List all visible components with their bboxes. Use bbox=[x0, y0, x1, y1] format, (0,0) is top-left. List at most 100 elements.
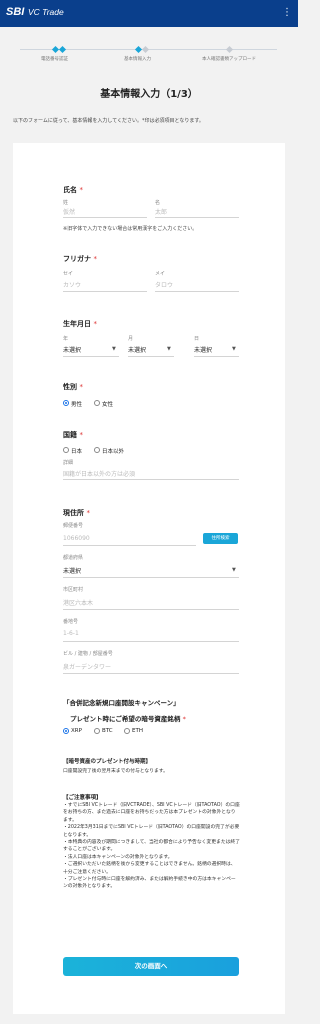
first-name-label: 名 bbox=[155, 200, 161, 206]
street-underline bbox=[63, 641, 239, 642]
coin-btc-radio[interactable] bbox=[94, 728, 100, 734]
caution-item: ・法人口座は本キャンペーンの対象外となります。 bbox=[63, 854, 173, 860]
last-kana-input[interactable]: カソウ bbox=[63, 280, 81, 289]
required-mark: * bbox=[93, 320, 97, 328]
city-label: 市区町村 bbox=[63, 587, 84, 593]
city-input[interactable]: 港区六本木 bbox=[63, 598, 93, 607]
last-name-underline bbox=[63, 217, 147, 218]
birth-day-select[interactable]: 未選択 bbox=[194, 345, 212, 354]
logo-subtitle: VC Trade bbox=[28, 7, 64, 17]
section-gender-label: 性別 bbox=[63, 383, 77, 391]
section-birth-title: 生年月日 * bbox=[63, 319, 97, 329]
caution-item: ・2022年3月31日までにSBI VCトレード（旧TAOTAO）の口座開設の完… bbox=[63, 825, 240, 838]
section-name-label: 氏名 bbox=[63, 186, 77, 194]
campaign-subtitle-text: プレゼント時にご希望の暗号資産銘柄 bbox=[70, 715, 181, 723]
coin-btc-label: BTC bbox=[102, 728, 113, 734]
birth-month-label: 月 bbox=[128, 336, 134, 342]
first-kana-underline bbox=[155, 291, 239, 292]
chevron-down-icon[interactable]: ▼ bbox=[167, 346, 171, 352]
birth-month-underline bbox=[128, 356, 174, 357]
first-name-input[interactable]: 太郎 bbox=[155, 207, 167, 216]
city-underline bbox=[63, 609, 239, 610]
gender-male-label: 男性 bbox=[71, 402, 83, 408]
section-gender-title: 性別 * bbox=[63, 382, 83, 392]
timing-title: 【暗号資産のプレゼント付与時期】 bbox=[63, 759, 152, 765]
prefecture-select[interactable]: 未選択 bbox=[63, 566, 81, 575]
page-title: 基本情報入力（1/3） bbox=[100, 89, 198, 100]
birth-year-select[interactable]: 未選択 bbox=[63, 345, 81, 354]
progress-stepper: 電話番号認証 基本情報入力 本人確認書類アップロード bbox=[0, 38, 298, 68]
building-input[interactable]: 泉ガーデンタワー bbox=[63, 662, 111, 671]
nationality-detail-input[interactable]: 国籍が日本以外の方は必須 bbox=[63, 469, 135, 478]
first-kana-label: メイ bbox=[155, 271, 166, 277]
nationality-other-label: 日本以外 bbox=[102, 449, 125, 455]
section-address-label: 現住所 bbox=[63, 509, 84, 517]
step-marker-done bbox=[58, 45, 67, 54]
street-label: 番地号 bbox=[63, 619, 79, 625]
last-name-input[interactable]: 仮然 bbox=[63, 207, 75, 216]
name-note: ※旧字体で入力できない場合は常用漢字をご入力ください。 bbox=[63, 226, 198, 232]
first-kana-input[interactable]: タロウ bbox=[155, 280, 173, 289]
caution-item: ・プレゼント付与時に口座を解約済み、または解約手続き中の方は本キャンペーンの対象… bbox=[63, 877, 236, 890]
birth-year-label: 年 bbox=[63, 336, 69, 342]
caution-list: ・すでにSBI VCトレード（旧VCTRADE）、SBI VCトレード（旧TAO… bbox=[63, 802, 240, 891]
address-search-button[interactable]: 住所検索 bbox=[203, 533, 238, 544]
caution-title: 【ご注意事項】 bbox=[63, 795, 102, 801]
step-label-upload: 本人確認書類アップロード bbox=[202, 57, 256, 62]
gender-female-label: 女性 bbox=[102, 402, 114, 408]
caution-item: ・すでにSBI VCトレード（旧VCTRADE）、SBI VCトレード（旧TAO… bbox=[63, 803, 240, 823]
section-address-title: 現住所 * bbox=[63, 508, 90, 518]
last-kana-underline bbox=[63, 291, 147, 292]
chevron-down-icon[interactable]: ▼ bbox=[232, 346, 236, 352]
caution-item: ・ご選択いただいた銘柄を後から変更することはできません。銘柄の選択時は、十分ご注… bbox=[63, 862, 236, 875]
section-birth-label: 生年月日 bbox=[63, 320, 91, 328]
chevron-down-icon[interactable]: ▼ bbox=[112, 346, 116, 352]
zip-underline bbox=[63, 545, 196, 546]
required-mark: * bbox=[79, 383, 83, 391]
zip-label: 郵便番号 bbox=[63, 523, 84, 529]
birth-day-underline bbox=[194, 356, 239, 357]
street-input[interactable]: 1-6-1 bbox=[63, 630, 79, 637]
building-label: ビル / 建物 / 部屋番号 bbox=[63, 651, 113, 657]
section-kana-title: フリガナ * bbox=[63, 254, 97, 264]
gender-female-radio[interactable] bbox=[94, 400, 100, 406]
coin-eth-label: ETH bbox=[132, 728, 143, 734]
required-mark: * bbox=[79, 431, 83, 439]
nationality-japan-label: 日本 bbox=[71, 449, 83, 455]
building-underline bbox=[63, 673, 239, 674]
coin-xrp-label: XRP bbox=[71, 728, 82, 734]
birth-month-select[interactable]: 未選択 bbox=[128, 345, 146, 354]
menu-icon[interactable]: ⋮ bbox=[282, 7, 292, 18]
next-button[interactable]: 次の画面へ bbox=[63, 957, 239, 976]
prefecture-label: 都道府県 bbox=[63, 555, 84, 561]
coin-eth-radio[interactable] bbox=[124, 728, 130, 734]
stepper-line bbox=[147, 49, 277, 50]
coin-xrp-radio[interactable] bbox=[63, 728, 69, 734]
caution-item: ・本特典の内容及び期間につきまして、当社の都合により予告なく変更または終了するこ… bbox=[63, 840, 241, 853]
required-mark: * bbox=[182, 715, 186, 723]
app-header: SBI VC Trade ⋮ bbox=[0, 0, 298, 27]
intro-text: 以下のフォームに従って、基本情報を入力してください。*印は必須項目となります。 bbox=[13, 118, 204, 124]
section-name-title: 氏名 * bbox=[63, 185, 83, 195]
zip-input[interactable]: 1066090 bbox=[63, 535, 90, 542]
required-mark: * bbox=[79, 186, 83, 194]
nationality-detail-label: 詳細 bbox=[63, 460, 74, 466]
campaign-title: 「合併記念新規口座開設キャンペーン」 bbox=[63, 699, 180, 707]
prefecture-underline bbox=[63, 577, 239, 578]
sbi-logo: SBI bbox=[6, 6, 25, 18]
chevron-down-icon[interactable]: ▼ bbox=[232, 567, 236, 573]
section-kana-label: フリガナ bbox=[63, 255, 91, 263]
birth-day-label: 日 bbox=[194, 336, 200, 342]
last-name-label: 姓 bbox=[63, 200, 69, 206]
step-marker-pending bbox=[141, 45, 150, 54]
gender-male-radio[interactable] bbox=[63, 400, 69, 406]
step-label-basic: 基本情報入力 bbox=[124, 57, 151, 62]
birth-year-underline bbox=[63, 356, 119, 357]
section-nationality-title: 国籍 * bbox=[63, 430, 83, 440]
section-nationality-label: 国籍 bbox=[63, 431, 77, 439]
step-marker-pending bbox=[225, 45, 234, 54]
nationality-japan-radio[interactable] bbox=[63, 447, 69, 453]
campaign-subtitle: プレゼント時にご希望の暗号資産銘柄 * bbox=[70, 713, 186, 723]
nationality-other-radio[interactable] bbox=[94, 447, 100, 453]
first-name-underline bbox=[155, 217, 239, 218]
